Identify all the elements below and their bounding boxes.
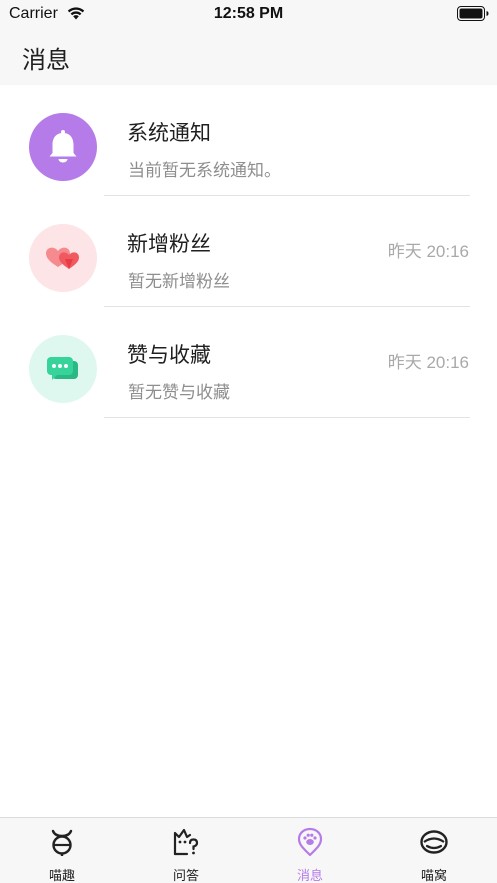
message-timestamp: 昨天 20:16 (387, 242, 469, 261)
status-bar: Carrier 12:58 PM (0, 0, 497, 28)
cat-bed-icon (420, 830, 448, 854)
paw-pin-icon (297, 827, 323, 857)
avatar (29, 224, 97, 292)
message-row-new-followers[interactable]: 新增粉丝 暂无新增粉丝 昨天 20:16 (0, 196, 497, 307)
tab-label: 问答 (172, 869, 199, 883)
row-divider (104, 417, 470, 418)
message-title: 赞与收藏 (127, 343, 211, 367)
message-subtitle: 当前暂无系统通知。 (128, 161, 281, 181)
message-row-system-notice[interactable]: 系统通知 当前暂无系统通知。 (0, 85, 497, 196)
message-list: 系统通知 当前暂无系统通知。 新增粉丝 暂无新增粉丝 昨天 20:16 赞与收藏… (0, 85, 497, 418)
page-title: 消息 (22, 46, 70, 74)
avatar (29, 335, 97, 403)
tab-miaoqu[interactable]: 喵趣 (0, 818, 124, 883)
tab-bar: 喵趣 问答 消息 喵窝 (0, 817, 497, 883)
tab-xiaoxi[interactable]: 消息 (248, 818, 372, 883)
message-subtitle: 暂无赞与收藏 (128, 383, 230, 403)
navigation-bar: 消息 (0, 28, 497, 85)
message-title: 新增粉丝 (127, 232, 211, 256)
cat-question-icon (173, 828, 199, 856)
message-title: 系统通知 (127, 121, 211, 145)
tab-wenda[interactable]: 问答 (124, 818, 248, 883)
tab-label: 消息 (296, 869, 323, 883)
hearts-icon (46, 247, 79, 269)
avatar (29, 113, 97, 181)
tab-label: 喵趣 (48, 869, 75, 883)
message-subtitle: 暂无新增粉丝 (128, 272, 230, 292)
tab-miaowo[interactable]: 喵窝 (372, 818, 496, 883)
cat-face-icon (51, 829, 73, 856)
message-timestamp: 昨天 20:16 (387, 353, 469, 372)
chat-bubbles-icon (47, 357, 78, 380)
battery-icon (457, 6, 489, 21)
message-row-likes-favorites[interactable]: 赞与收藏 暂无赞与收藏 昨天 20:16 (0, 307, 497, 418)
tab-label: 喵窝 (420, 869, 447, 883)
bell-icon (49, 130, 77, 163)
clock-time: 12:58 PM (213, 5, 284, 22)
